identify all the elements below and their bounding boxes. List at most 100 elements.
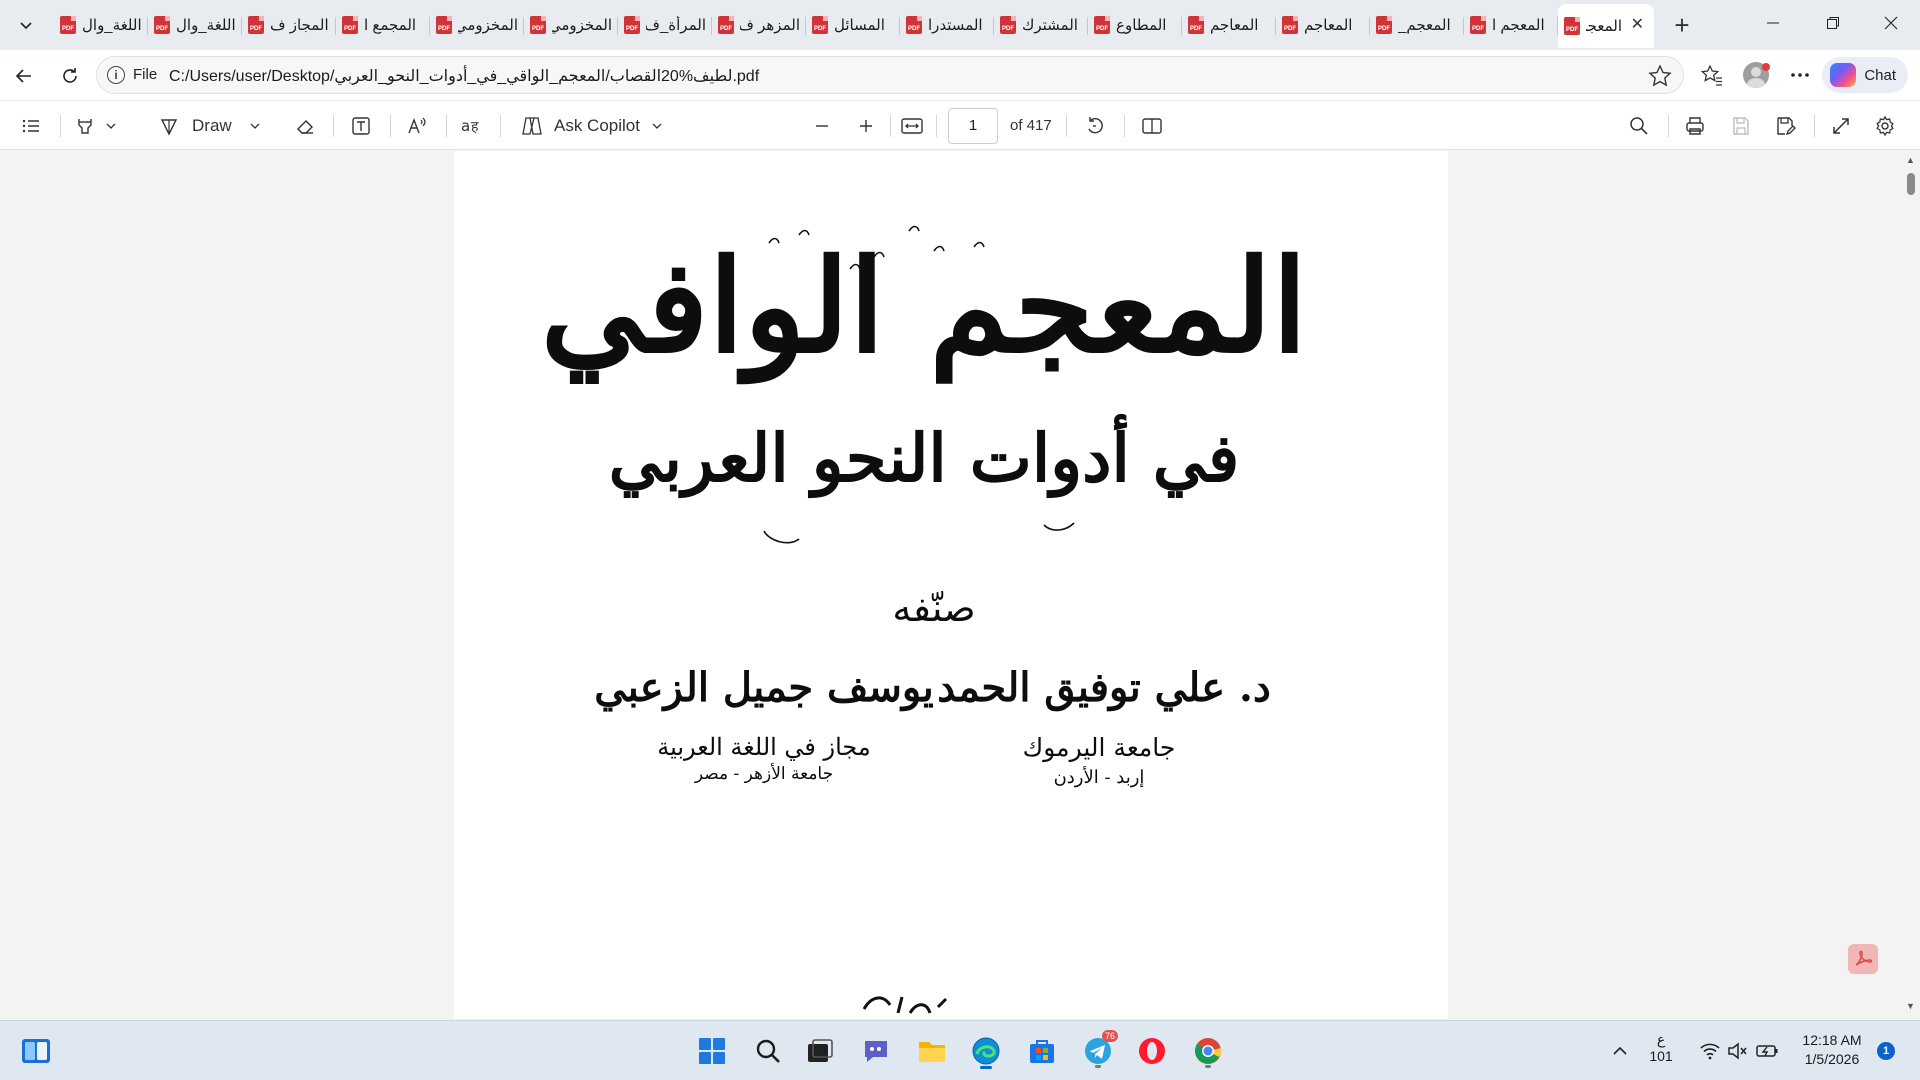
minimize-button[interactable]: [1744, 0, 1802, 46]
browser-tab[interactable]: PDF المعجم_: [1370, 6, 1464, 44]
toolbar-divider: [390, 115, 391, 137]
toolbar-divider: [936, 115, 937, 137]
task-view-button[interactable]: [800, 1031, 840, 1071]
toolbar-divider: [333, 115, 334, 137]
more-horizontal-icon: [1791, 73, 1809, 77]
read-aloud-button[interactable]: [406, 112, 428, 140]
pdf-viewport[interactable]: المعجم الوافي في أدوات النحو العربي صنّف…: [0, 151, 1920, 1019]
browser-tab[interactable]: PDF المعجم ا: [1464, 6, 1558, 44]
browser-tab[interactable]: PDF المشترك: [994, 6, 1088, 44]
edge-browser-button[interactable]: [966, 1031, 1006, 1071]
toolbar-divider: [1066, 115, 1067, 137]
full-screen-button[interactable]: [1830, 112, 1852, 140]
ask-copilot-button[interactable]: Ask Copilot: [520, 112, 664, 140]
start-button[interactable]: [692, 1031, 732, 1071]
telegram-button[interactable]: 76: [1078, 1030, 1119, 1071]
add-text-button[interactable]: [350, 112, 372, 140]
scrollbar-thumb[interactable]: [1907, 173, 1915, 195]
publisher-mark-partial: [862, 996, 948, 1014]
scroll-down-arrow[interactable]: ▼: [1906, 1001, 1915, 1011]
zoom-out-button[interactable]: [812, 112, 832, 140]
author-1-affiliation: جامعة اليرموك: [1023, 733, 1176, 763]
acrobat-icon[interactable]: [1848, 944, 1878, 974]
vertical-scrollbar[interactable]: ▲ ▼: [1900, 151, 1920, 1019]
browser-tab[interactable]: PDF المعاجم: [1182, 6, 1276, 44]
notification-dot: [1762, 63, 1770, 71]
chrome-button[interactable]: [1188, 1031, 1228, 1071]
rotate-button[interactable]: [1084, 112, 1106, 140]
contents-button[interactable]: [20, 112, 42, 140]
refresh-button[interactable]: [52, 58, 88, 94]
pdf-file-icon: PDF: [906, 16, 922, 34]
browser-tab[interactable]: PDF المجمع ا: [336, 6, 430, 44]
close-tab-button[interactable]: ✕: [1631, 17, 1644, 33]
pdf-settings-button[interactable]: [1874, 112, 1896, 140]
favorites-button[interactable]: [1694, 57, 1730, 93]
input-language-indicator[interactable]: ع 101: [1648, 1031, 1674, 1065]
tab-actions-menu-button[interactable]: [8, 7, 44, 43]
page-number-input[interactable]: 1: [948, 108, 998, 144]
url-text[interactable]: C:/Users/user/Desktop/لطيف%20القصاب/المع…: [169, 66, 759, 86]
browser-tab[interactable]: PDF المسائل: [806, 6, 900, 44]
widgets-button[interactable]: [16, 1031, 56, 1071]
show-hidden-icons-button[interactable]: [1600, 1031, 1640, 1071]
fit-to-width-button[interactable]: [900, 112, 924, 140]
folder-icon: [919, 1042, 945, 1062]
close-window-button[interactable]: [1862, 0, 1920, 46]
copilot-chat-button[interactable]: Chat: [1822, 57, 1908, 93]
find-button[interactable]: [1628, 112, 1650, 140]
active-app-indicator: [980, 1066, 992, 1069]
favorite-star-icon[interactable]: [1647, 63, 1673, 89]
browser-tab[interactable]: PDF المستدرا: [900, 6, 994, 44]
restore-button[interactable]: [1804, 0, 1862, 46]
browser-tab-active[interactable]: PDF المعجم ✕: [1558, 4, 1654, 48]
running-app-indicator: [1095, 1065, 1101, 1068]
browser-tab[interactable]: PDF المطاوع: [1088, 6, 1182, 44]
browser-tab[interactable]: PDF اللغة_وال: [148, 6, 242, 44]
info-icon[interactable]: i: [107, 66, 125, 84]
print-button[interactable]: [1684, 112, 1706, 140]
taskbar-search-button[interactable]: [748, 1031, 788, 1071]
author-1-location: إربد - الأردن: [1054, 765, 1145, 788]
back-button[interactable]: [6, 58, 42, 94]
file-explorer-button[interactable]: [912, 1031, 952, 1071]
opera-icon: [1139, 1038, 1165, 1064]
browser-tab[interactable]: PDF المخزومي: [524, 6, 618, 44]
draw-button[interactable]: Draw: [158, 112, 262, 140]
address-bar[interactable]: i File C:/Users/user/Desktop/لطيف%20القص…: [96, 56, 1684, 94]
erase-button[interactable]: [294, 112, 316, 140]
opera-button[interactable]: [1132, 1031, 1172, 1071]
battery-charging-icon: [1756, 1045, 1778, 1057]
zoom-in-button[interactable]: [856, 112, 876, 140]
microsoft-store-button[interactable]: [1022, 1031, 1062, 1071]
browser-tab[interactable]: PDF المخزومي: [430, 6, 524, 44]
save-as-button[interactable]: [1774, 112, 1796, 140]
save-icon: [1733, 117, 1749, 135]
page-view-button[interactable]: [1140, 112, 1164, 140]
compiled-by-label: صنّفه: [892, 586, 975, 630]
browser-tab[interactable]: PDF المرأة_ف: [618, 6, 712, 44]
teams-chat-button[interactable]: [856, 1031, 896, 1071]
save-button[interactable]: [1730, 112, 1752, 140]
scroll-up-arrow[interactable]: ▲: [1906, 155, 1915, 165]
pdf-file-icon: PDF: [154, 16, 170, 34]
browser-tab[interactable]: PDF المزهر ف: [712, 6, 806, 44]
tab-title: المجمع ا: [364, 17, 417, 34]
expand-icon: [1833, 118, 1849, 134]
two-page-icon: [1142, 118, 1162, 134]
browser-tab[interactable]: PDF اللغة_وال: [54, 6, 148, 44]
favorites-icon: [1700, 64, 1722, 86]
highlight-button[interactable]: [74, 112, 118, 140]
windows-icon: [699, 1038, 725, 1064]
browser-tab[interactable]: PDF المعاجم: [1276, 6, 1370, 44]
browser-tab[interactable]: PDF المجاز ف: [242, 6, 336, 44]
new-tab-button[interactable]: +: [1662, 6, 1702, 44]
clock[interactable]: 12:18 AM 1/5/2026: [1794, 1031, 1870, 1069]
notifications-button[interactable]: 1: [1866, 1031, 1906, 1071]
translate-button[interactable]: aह: [460, 112, 484, 140]
settings-more-button[interactable]: [1782, 57, 1818, 93]
profile-button[interactable]: [1738, 57, 1774, 93]
store-icon: [1030, 1040, 1054, 1063]
battery-button[interactable]: [1748, 1031, 1788, 1071]
minimize-icon: [1767, 22, 1779, 24]
